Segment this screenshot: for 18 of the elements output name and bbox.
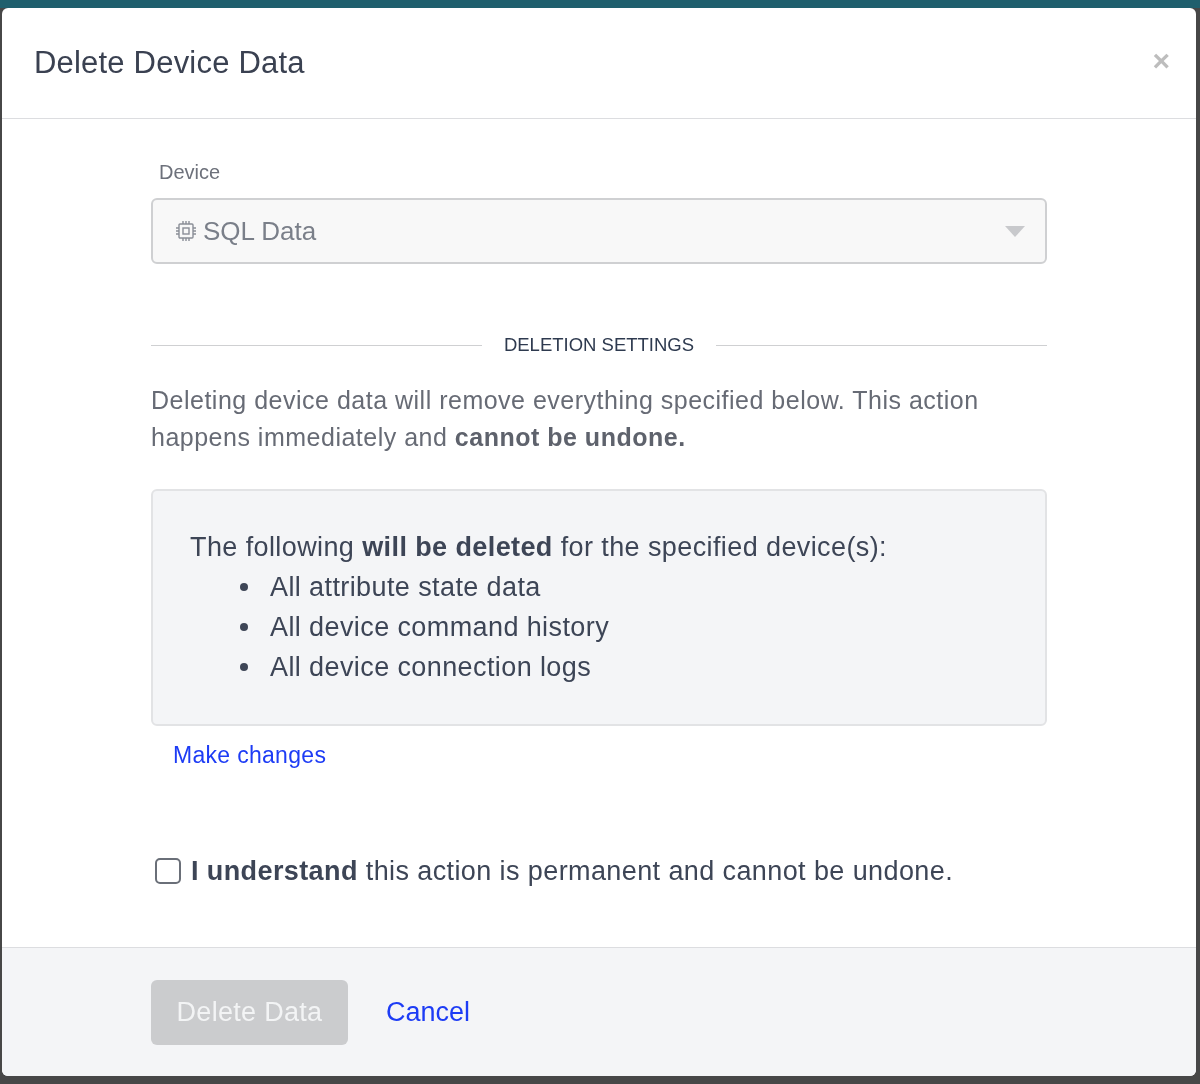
- dialog-title: Delete Device Data: [34, 45, 305, 81]
- list-item-text: All device command history: [270, 611, 610, 643]
- section-heading: DELETION SETTINGS: [503, 333, 695, 357]
- cancel-button[interactable]: Cancel: [386, 996, 471, 1028]
- bullet-icon: [240, 583, 248, 591]
- confirm-checkbox[interactable]: [155, 858, 181, 884]
- bullet-icon: [240, 623, 248, 631]
- make-changes-link[interactable]: Make changes: [173, 742, 327, 768]
- warning-text: Deleting device data will remove everything specified below. This action happens immediately and cannot be undone.: [151, 385, 980, 453]
- confirm-label: I understand this action is permanent and cannot be undone.: [191, 856, 954, 886]
- list-item-text: All attribute state data: [270, 571, 541, 603]
- summary-intro: The following will be deleted for the specified device(s):: [190, 531, 888, 564]
- field-label: Device: [159, 160, 222, 184]
- bullet-icon: [240, 663, 248, 671]
- select-value: SQL Data: [203, 215, 318, 247]
- chip-icon: [175, 220, 197, 242]
- list-item-text: All device connection logs: [270, 651, 592, 683]
- caret-icon: [1005, 225, 1025, 237]
